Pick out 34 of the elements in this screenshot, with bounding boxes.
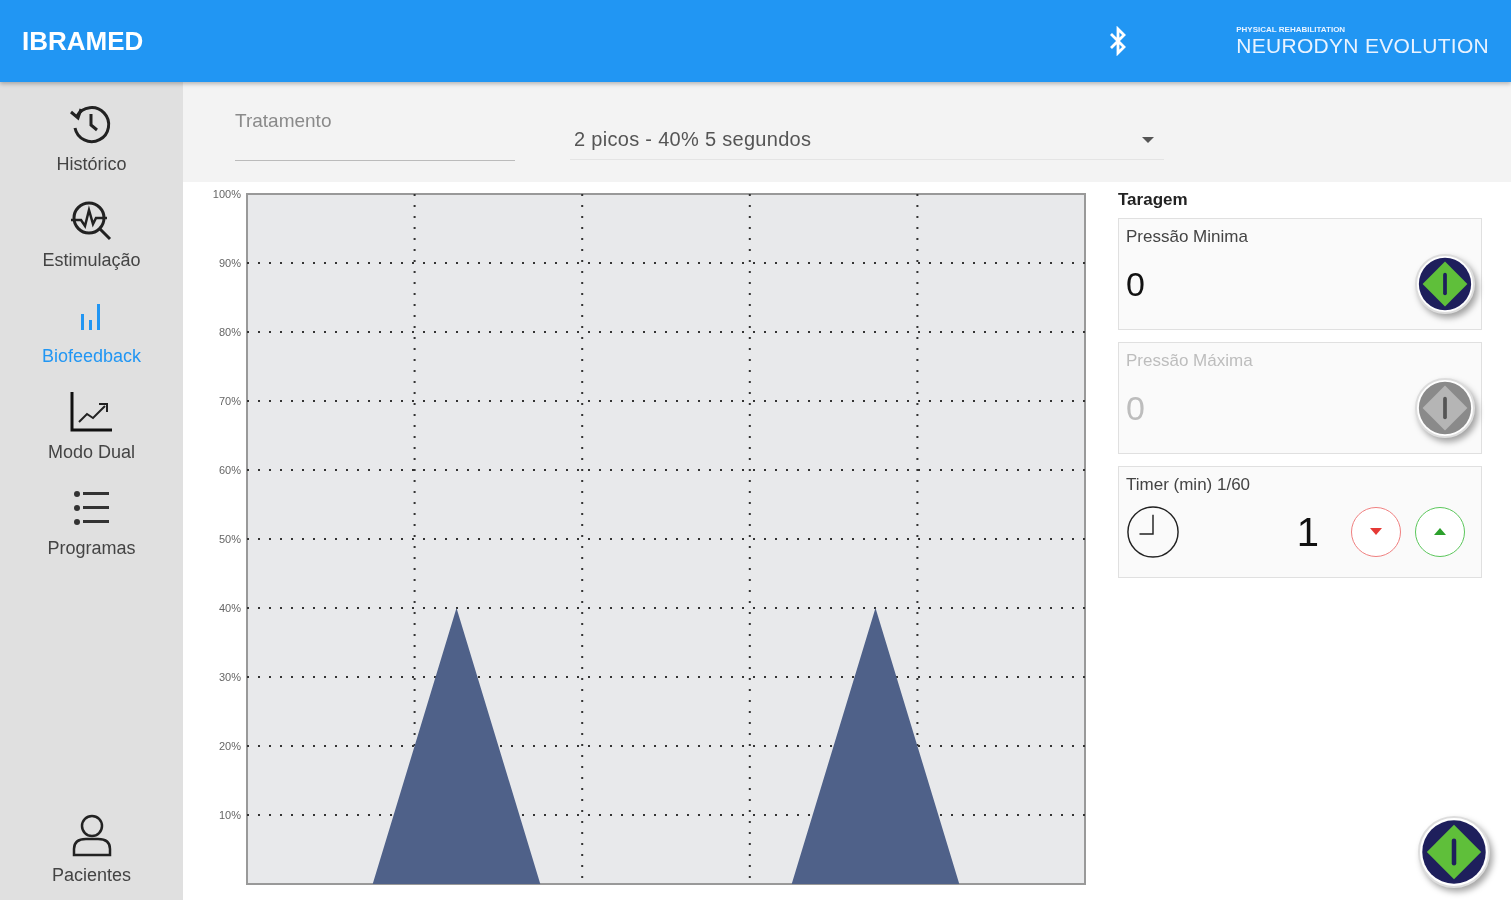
logo-tagline: PHYSICAL REHABILITATION bbox=[1236, 24, 1347, 34]
adjust-knob-button[interactable] bbox=[1415, 254, 1475, 314]
sidebar-item[interactable]: Modo Dual bbox=[39, 384, 143, 467]
decrease-button[interactable] bbox=[1351, 507, 1401, 557]
card-label: Timer (min) 1/60 bbox=[1126, 475, 1252, 495]
adjust-knob-button[interactable] bbox=[1418, 816, 1490, 888]
y-tick-label: 30% bbox=[218, 671, 241, 683]
y-tick-label: 20% bbox=[218, 740, 241, 752]
y-tick-label: 90% bbox=[218, 257, 241, 269]
y-tick-label: 80% bbox=[218, 326, 241, 338]
y-tick-label: 70% bbox=[218, 395, 241, 407]
program-dropdown[interactable]: 2 picos - 40% 5 segundos bbox=[570, 124, 1164, 160]
card-label: Pressão Máxima bbox=[1126, 351, 1254, 371]
card-label: Pressão Minima bbox=[1126, 227, 1249, 247]
logo-text: NEURODYN EVOLUTION bbox=[1236, 33, 1489, 58]
app-title: IBRAMED bbox=[22, 25, 144, 57]
sidebar-item[interactable]: Programas bbox=[39, 480, 144, 563]
caret-icon bbox=[1142, 136, 1154, 143]
sidebar-item[interactable]: Pacientes bbox=[43, 807, 140, 890]
timer-value: 1 bbox=[1296, 509, 1319, 555]
sidebar-item[interactable]: Histórico bbox=[48, 96, 135, 179]
y-tick-label: 50% bbox=[218, 533, 241, 545]
y-tick-label: 60% bbox=[218, 464, 241, 476]
pressure-value: 0 bbox=[1126, 264, 1145, 304]
treatment-field[interactable]: Tratamento bbox=[235, 106, 515, 161]
section-title: Taragem bbox=[1118, 190, 1189, 210]
up-triangle-icon bbox=[1434, 528, 1446, 536]
down-triangle-icon bbox=[1370, 528, 1382, 536]
y-tick-label: 100% bbox=[212, 188, 241, 200]
clock-icon bbox=[1126, 505, 1180, 559]
y-tick-label: 10% bbox=[218, 809, 241, 821]
sidebar-item[interactable]: Estimulação bbox=[34, 192, 149, 275]
pressure-value: 0 bbox=[1126, 388, 1145, 428]
y-tick-label: 40% bbox=[218, 602, 241, 614]
